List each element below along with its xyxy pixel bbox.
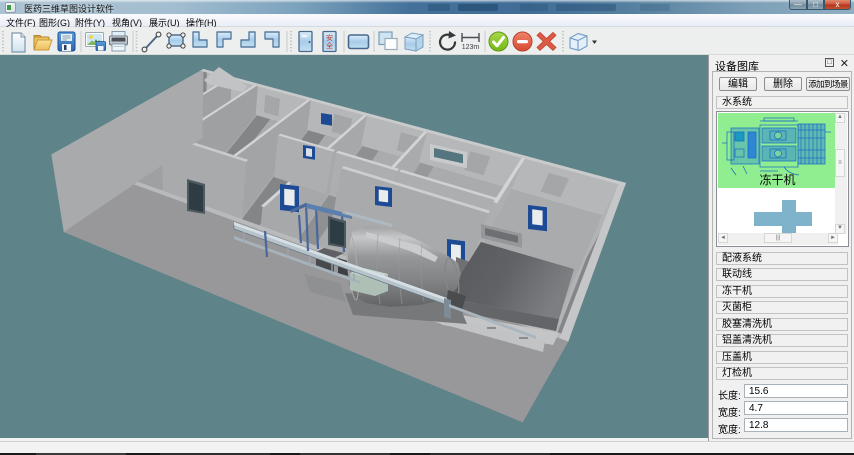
svg-text:123m: 123m xyxy=(462,44,480,51)
svg-text:安: 安 xyxy=(326,33,333,42)
svg-text:全: 全 xyxy=(326,41,333,50)
